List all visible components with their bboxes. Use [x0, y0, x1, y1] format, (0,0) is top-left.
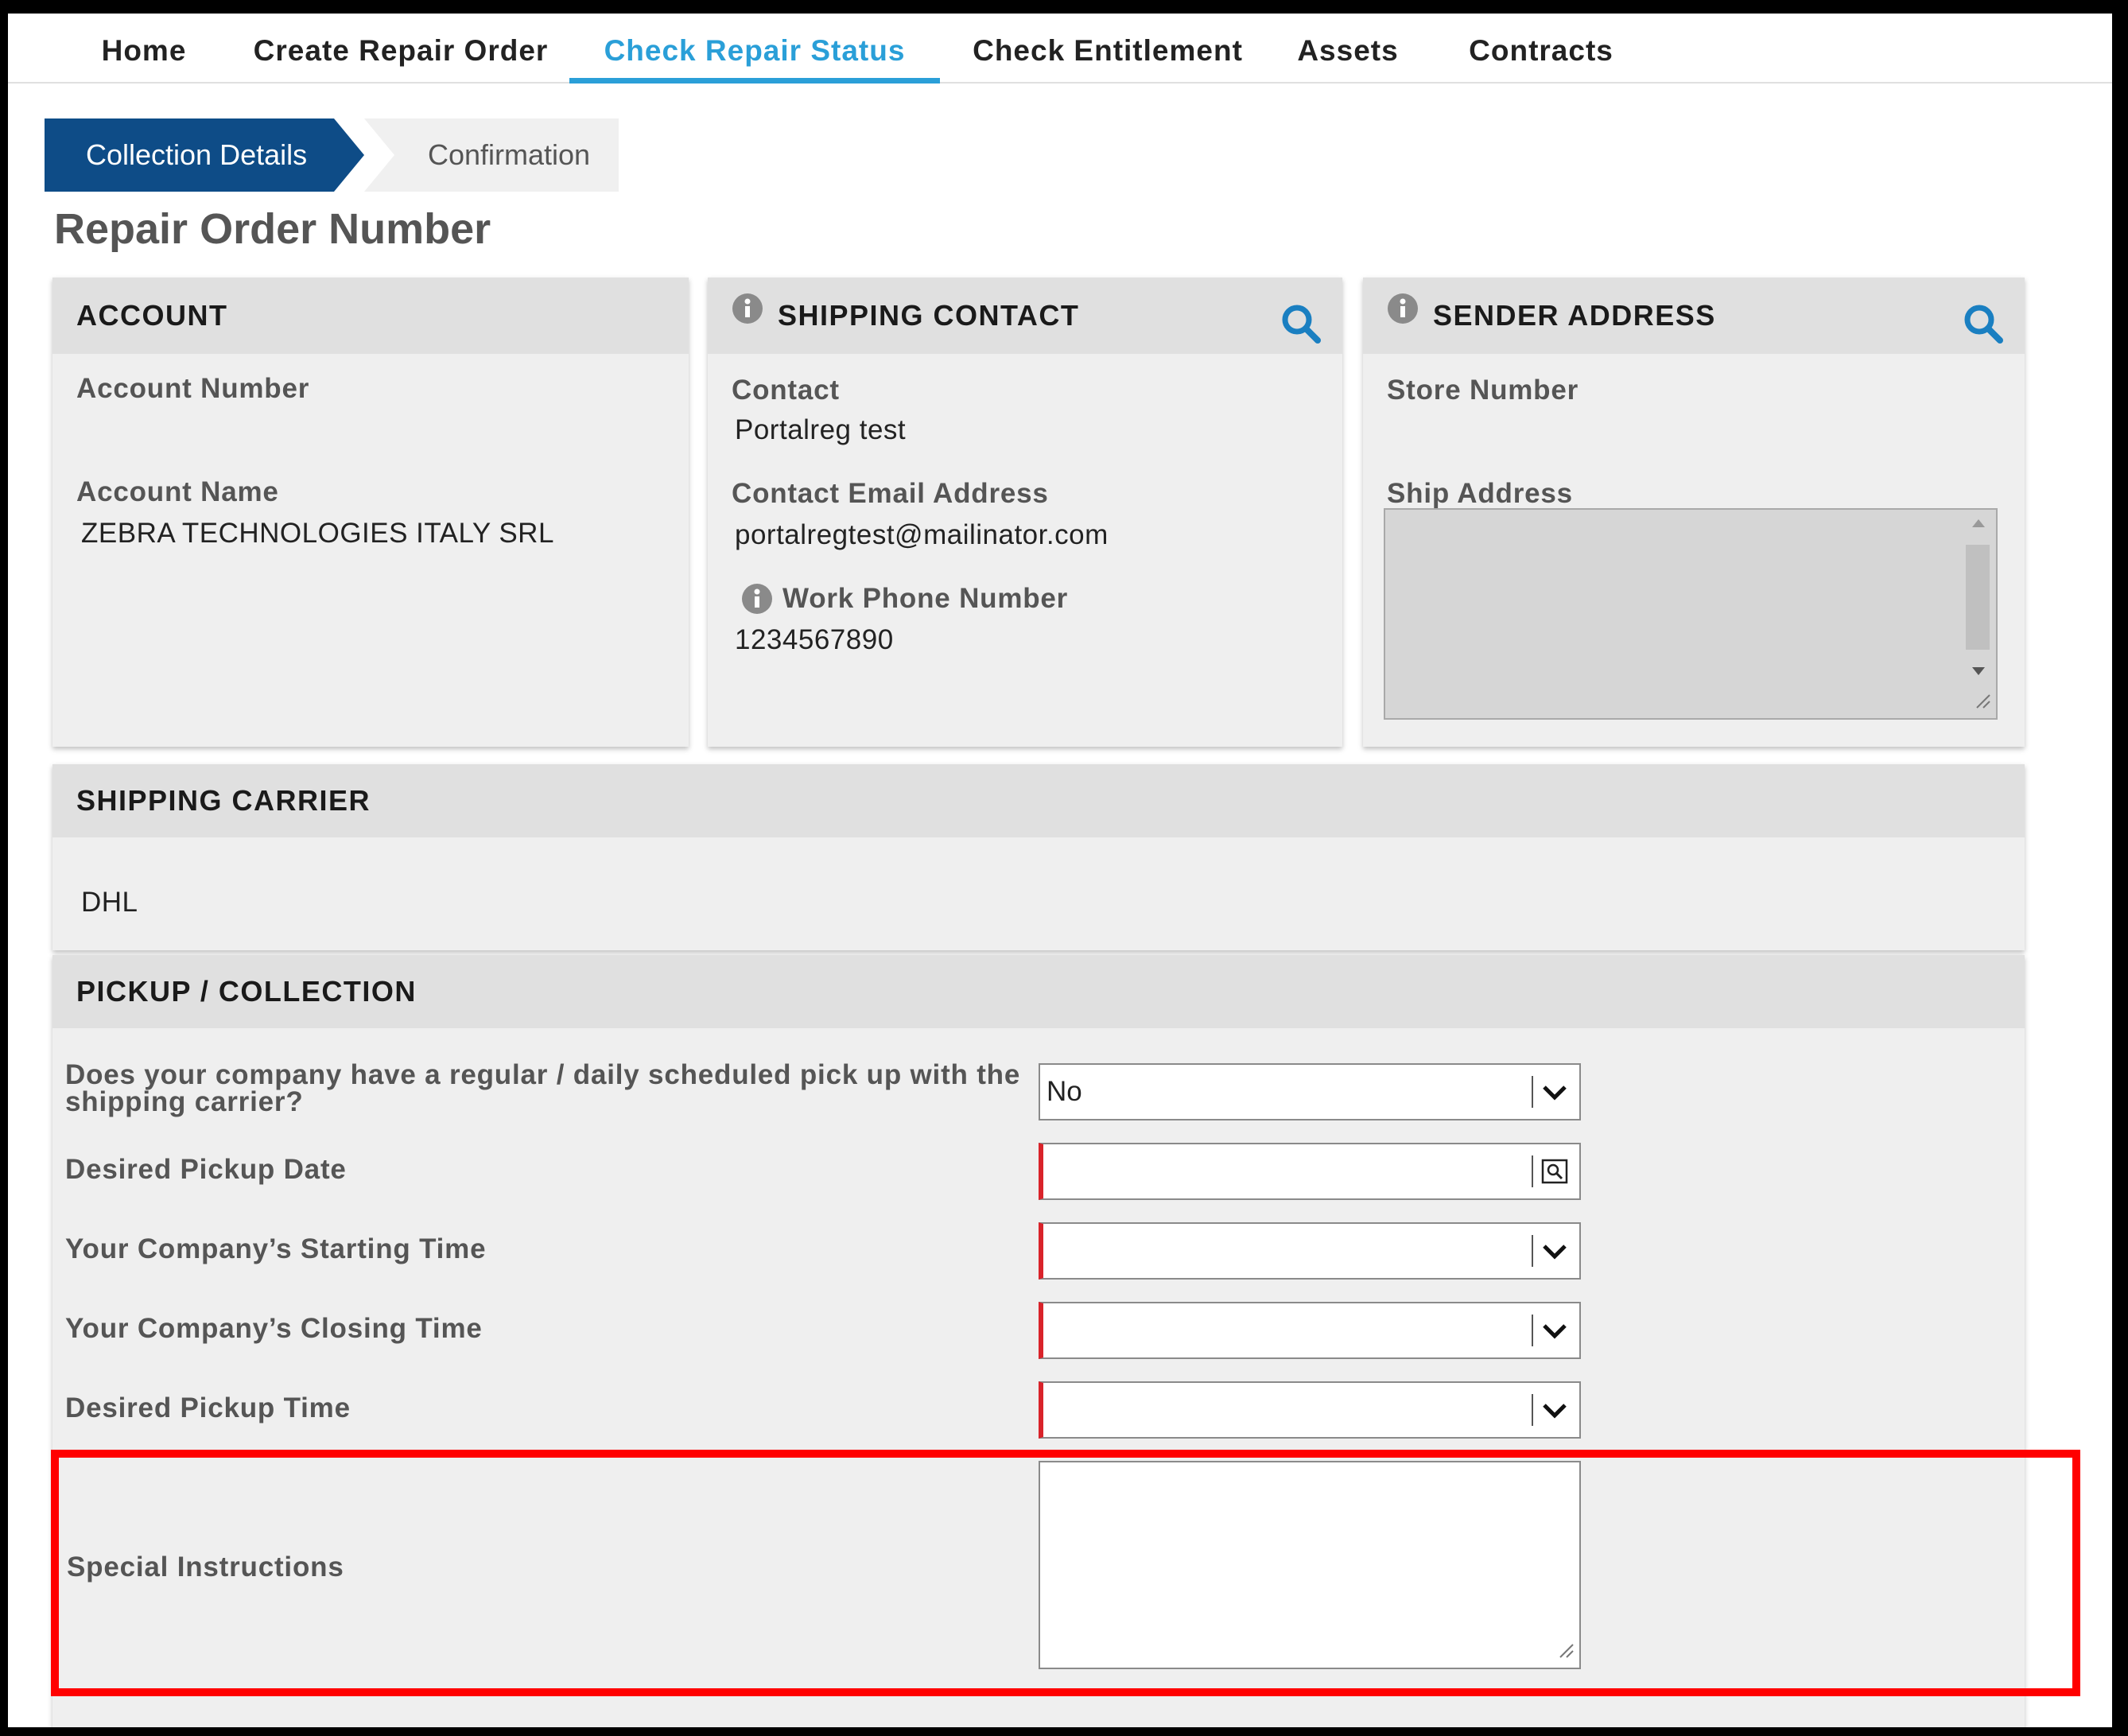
regular-pickup-select[interactable]: No	[1039, 1063, 1581, 1120]
shipping-contact-card: SHIPPING CONTACT	[708, 278, 1342, 747]
info-icon[interactable]	[1387, 277, 1419, 353]
pickup-time-label: Desired Pickup Time	[65, 1392, 351, 1423]
input-separator	[1532, 1155, 1533, 1187]
closing-time-label: Your Company’s Closing Time	[65, 1313, 483, 1344]
chevron-down-icon[interactable]	[1540, 1396, 1570, 1430]
regular-pickup-label: Does your company have a regular / daily…	[65, 1059, 1021, 1117]
select-separator	[1532, 1394, 1533, 1426]
starting-time-select[interactable]	[1039, 1222, 1581, 1280]
calendar-search-icon[interactable]	[1540, 1157, 1570, 1191]
account-name-value: ZEBRA TECHNOLOGIES ITALY SRL	[81, 518, 554, 549]
regular-pickup-selected: No	[1047, 1076, 1082, 1107]
select-separator	[1532, 1235, 1533, 1267]
special-instructions-highlight	[51, 1450, 2080, 1696]
shipping-contact-heading: SHIPPING CONTACT	[708, 278, 1342, 354]
step-notch	[364, 118, 394, 192]
account-card: ACCOUNT	[52, 278, 689, 747]
starting-time-label: Your Company’s Starting Time	[65, 1233, 487, 1264]
search-icon[interactable]	[1963, 297, 2004, 373]
nav-home[interactable]: Home	[76, 14, 212, 83]
resize-grip-icon[interactable]	[1974, 692, 1991, 713]
regular-pickup-label-line1: Does your company have a regular / daily…	[65, 1059, 1021, 1090]
pickup-date-label: Desired Pickup Date	[65, 1154, 347, 1185]
nav-assets[interactable]: Assets	[1288, 14, 1408, 83]
ship-address-label: Ship Address	[1387, 478, 1573, 509]
nav-check-entitlement[interactable]: Check Entitlement	[962, 14, 1253, 83]
scroll-thumb[interactable]	[1966, 545, 1990, 650]
nav-contracts[interactable]: Contracts	[1454, 14, 1629, 83]
step-confirmation[interactable]: Confirmation	[364, 118, 619, 192]
account-heading-text: ACCOUNT	[76, 299, 228, 332]
page-title: Repair Order Number	[54, 205, 491, 253]
step-arrow	[334, 118, 364, 192]
shipping-carrier-card: SHIPPING CARRIER	[52, 764, 2025, 950]
select-separator	[1532, 1076, 1533, 1108]
account-number-label: Account Number	[76, 373, 310, 404]
store-number-label: Store Number	[1387, 375, 1579, 406]
chevron-down-icon[interactable]	[1540, 1237, 1570, 1271]
contact-value: Portalreg test	[735, 414, 907, 445]
contact-email-label: Contact Email Address	[732, 478, 1049, 509]
phone-info-icon[interactable]	[741, 583, 773, 619]
sender-address-heading-text: SENDER ADDRESS	[1433, 299, 1716, 332]
scroll-up-icon[interactable]	[1972, 519, 1985, 527]
top-nav: Home Create Repair Order Check Repair St…	[8, 14, 2112, 83]
contact-label: Contact	[732, 375, 840, 406]
shipping-carrier-value: DHL	[81, 887, 138, 918]
scroll-down-icon[interactable]	[1972, 667, 1985, 675]
shipping-carrier-heading: SHIPPING CARRIER	[52, 764, 2025, 837]
search-icon[interactable]	[1280, 297, 1322, 373]
chevron-down-icon[interactable]	[1540, 1316, 1570, 1350]
chevron-down-icon[interactable]	[1540, 1078, 1570, 1112]
shipping-carrier-heading-text: SHIPPING CARRIER	[76, 784, 371, 817]
pickup-time-select[interactable]	[1039, 1381, 1581, 1439]
info-icon[interactable]	[732, 277, 763, 353]
pickup-date-input[interactable]	[1039, 1143, 1581, 1200]
select-separator	[1532, 1315, 1533, 1346]
account-heading: ACCOUNT	[52, 278, 689, 354]
closing-time-select[interactable]	[1039, 1302, 1581, 1359]
work-phone-value: 1234567890	[735, 624, 894, 655]
account-name-label: Account Name	[76, 476, 279, 507]
ship-address-scrollbar[interactable]	[1964, 515, 1991, 686]
repair-order-page: Home Create Repair Order Check Repair St…	[8, 14, 2112, 1727]
contact-email-value: portalregtest@mailinator.com	[735, 519, 1109, 550]
regular-pickup-label-line2: shipping carrier?	[65, 1086, 304, 1117]
pickup-heading-text: PICKUP / COLLECTION	[76, 975, 417, 1008]
work-phone-label: Work Phone Number	[782, 583, 1069, 614]
nav-create-repair-order[interactable]: Create Repair Order	[242, 14, 560, 83]
nav-check-repair-status[interactable]: Check Repair Status	[569, 14, 940, 83]
shipping-contact-heading-text: SHIPPING CONTACT	[778, 299, 1080, 332]
pickup-heading: PICKUP / COLLECTION	[52, 955, 2025, 1028]
sender-address-heading: SENDER ADDRESS	[1363, 278, 2025, 354]
ship-address-field[interactable]	[1384, 508, 1998, 720]
step-collection-details[interactable]: Collection Details	[45, 118, 334, 192]
